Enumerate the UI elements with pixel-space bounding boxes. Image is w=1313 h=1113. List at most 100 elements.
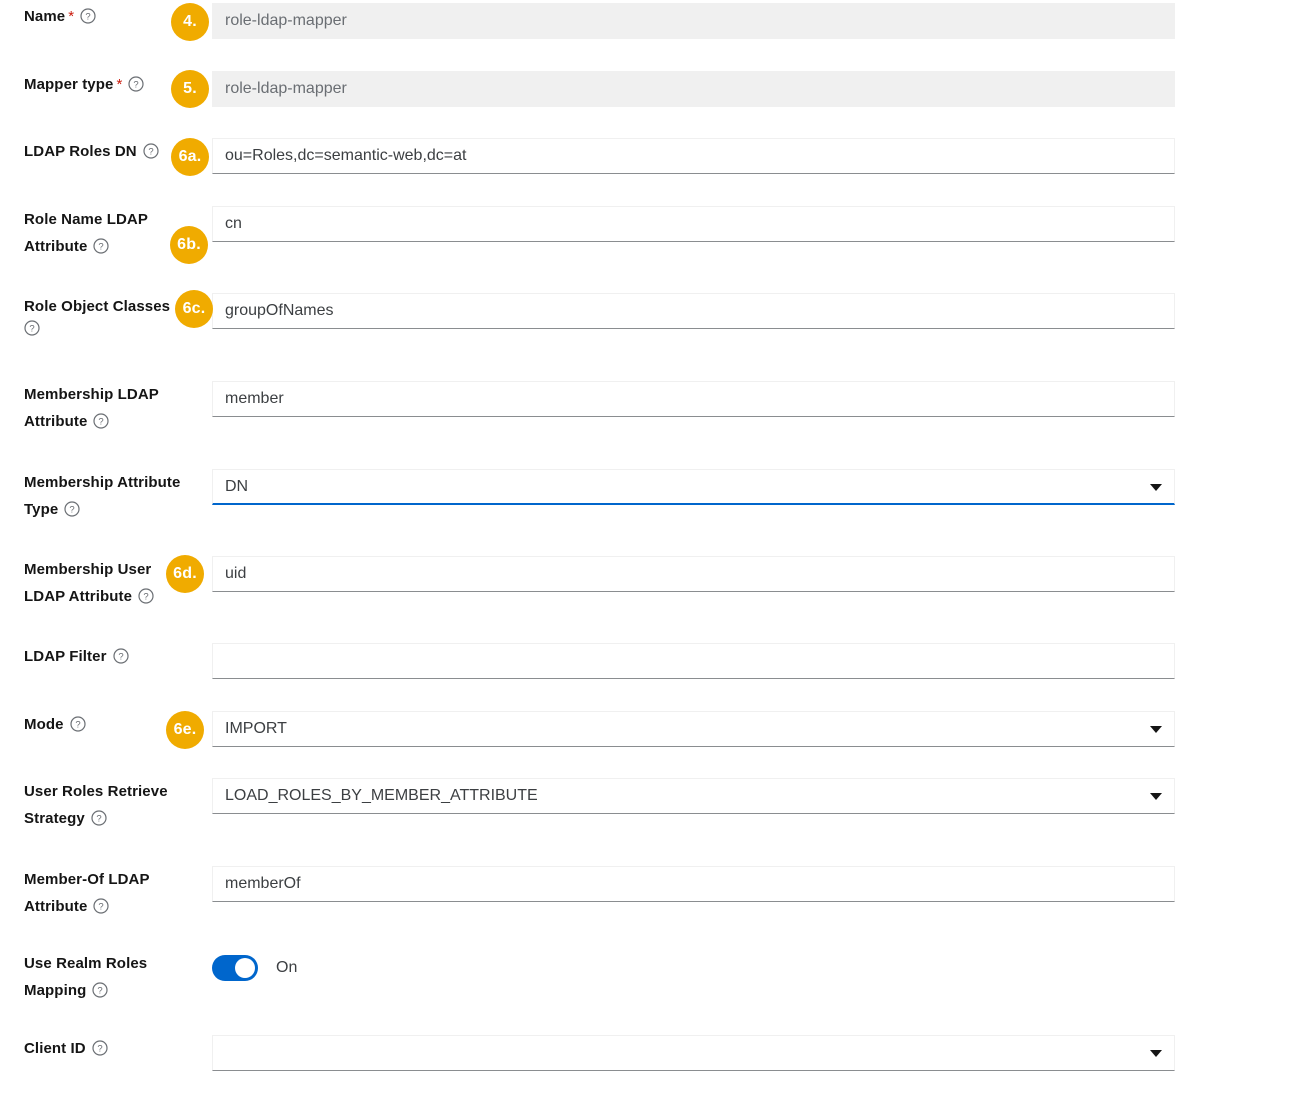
question-circle-icon[interactable]: ? [93,898,109,914]
label-cell-ldap-filter: LDAP Filter? [0,643,212,670]
field-cell-ldap-roles-dn [212,138,1313,174]
ldap-filter-input[interactable] [212,643,1175,679]
field-label-membership-user-ldap-attribute-line1: Membership User [24,561,151,578]
question-circle-icon[interactable]: ? [64,501,80,517]
field-label-use-realm-roles-mapping-line1: Use Realm Roles [24,955,147,972]
mapper-type-input[interactable] [212,71,1175,107]
svg-text:?: ? [96,814,101,825]
question-circle-icon[interactable]: ? [138,588,154,604]
field-cell-mode: IMPORT [212,711,1313,747]
form-row-user-roles-retrieve-strategy: User Roles Retrieve Strategy? LOAD_ROLES… [0,778,1313,832]
field-cell-mapper-type [212,71,1313,107]
svg-text:?: ? [29,324,34,335]
chevron-down-icon [1150,793,1162,800]
svg-text:?: ? [97,1044,102,1055]
field-cell-use-realm-roles-mapping: On [212,950,1313,986]
ldap-roles-dn-input[interactable] [212,138,1175,174]
field-label-ldap-roles-dn: LDAP Roles DN [24,143,137,160]
membership-attribute-type-value: DN [225,470,1140,504]
svg-text:?: ? [85,12,90,23]
field-label-client-id: Client ID [24,1040,86,1057]
field-label-membership-user-ldap-attribute-line2: LDAP Attribute [24,588,132,605]
chevron-down-icon [1150,1050,1162,1057]
svg-text:?: ? [70,505,75,516]
chevron-down-icon [1150,484,1162,491]
svg-text:?: ? [75,720,80,731]
field-label-user-roles-retrieve-strategy-line2: Strategy [24,810,85,827]
required-marker: * [68,8,74,25]
use-realm-roles-mapping-state-label: On [276,955,297,981]
question-circle-icon[interactable]: ? [128,76,144,92]
field-label-mode: Mode [24,716,64,733]
field-label-membership-attribute-type-line1: Membership Attribute [24,474,180,491]
label-cell-member-of-ldap-attribute: Member-Of LDAP Attribute? [0,866,212,920]
field-cell-name [212,3,1313,39]
field-cell-role-name-ldap-attribute [212,206,1313,242]
step-badge-6b: 6b. [170,226,208,264]
role-object-classes-input[interactable] [212,293,1175,329]
question-circle-icon[interactable]: ? [92,982,108,998]
field-cell-client-id [212,1035,1313,1071]
field-label-role-object-classes: Role Object Classes [24,298,170,315]
question-circle-icon[interactable]: ? [143,143,159,159]
question-circle-icon[interactable]: ? [93,413,109,429]
membership-ldap-attribute-input[interactable] [212,381,1175,417]
client-id-select[interactable] [212,1035,1175,1071]
label-cell-user-roles-retrieve-strategy: User Roles Retrieve Strategy? [0,778,212,832]
question-circle-icon[interactable]: ? [70,716,86,732]
form-row-client-id: Client ID? [0,1035,1313,1071]
user-roles-retrieve-strategy-value: LOAD_ROLES_BY_MEMBER_ATTRIBUTE [225,779,1140,813]
role-name-ldap-attribute-input[interactable] [212,206,1175,242]
field-label-ldap-filter: LDAP Filter [24,648,107,665]
svg-text:?: ? [134,80,139,91]
question-circle-icon[interactable]: ? [93,238,109,254]
step-badge-6e: 6e. [166,711,204,749]
svg-text:?: ? [98,986,103,997]
field-label-user-roles-retrieve-strategy-line1: User Roles Retrieve [24,783,168,800]
question-circle-icon[interactable]: ? [113,648,129,664]
svg-text:?: ? [118,652,123,663]
field-label-name: Name [24,8,65,25]
step-badge-6a: 6a. [171,138,209,176]
field-cell-membership-user-ldap-attribute [212,556,1313,592]
question-circle-icon[interactable]: ? [92,1040,108,1056]
field-label-mapper-type: Mapper type [24,76,113,93]
user-roles-retrieve-strategy-select[interactable]: LOAD_ROLES_BY_MEMBER_ATTRIBUTE [212,778,1175,814]
field-cell-membership-attribute-type: DN [212,469,1313,505]
use-realm-roles-mapping-toggle-wrap: On [212,950,1175,986]
field-cell-member-of-ldap-attribute [212,866,1313,902]
field-label-use-realm-roles-mapping-line2: Mapping [24,982,86,999]
form-row-member-of-ldap-attribute: Member-Of LDAP Attribute? [0,866,1313,920]
field-label-role-name-ldap-attribute-line2: Attribute [24,238,87,255]
question-circle-icon[interactable]: ? [80,8,96,24]
svg-text:?: ? [143,592,148,603]
svg-text:?: ? [148,147,153,158]
form-row-ldap-filter: LDAP Filter? [0,643,1313,679]
mode-select[interactable]: IMPORT [212,711,1175,747]
step-badge-6c: 6c. [175,290,213,328]
field-label-membership-attribute-type-line2: Type [24,501,58,518]
field-label-role-name-ldap-attribute-line1: Role Name LDAP [24,211,148,228]
svg-text:?: ? [99,417,104,428]
field-cell-membership-ldap-attribute [212,381,1313,417]
svg-text:?: ? [99,902,104,913]
member-of-ldap-attribute-input[interactable] [212,866,1175,902]
form-row-use-realm-roles-mapping: Use Realm Roles Mapping? On [0,950,1313,1004]
field-cell-role-object-classes [212,293,1313,329]
membership-attribute-type-select[interactable]: DN [212,469,1175,505]
required-marker: * [116,76,122,93]
question-circle-icon[interactable]: ? [91,810,107,826]
label-cell-membership-ldap-attribute: Membership LDAP Attribute? [0,381,212,435]
step-badge-5: 5. [171,70,209,108]
step-badge-6d: 6d. [166,555,204,593]
question-circle-icon[interactable]: ? [24,320,40,336]
form-row-membership-attribute-type: Membership Attribute Type? DN [0,469,1313,523]
field-label-membership-ldap-attribute-line1: Membership LDAP [24,386,159,403]
membership-user-ldap-attribute-input[interactable] [212,556,1175,592]
step-badge-4: 4. [171,3,209,41]
form-row-membership-ldap-attribute: Membership LDAP Attribute? [0,381,1313,435]
name-input[interactable] [212,3,1175,39]
toggle-knob [235,958,255,978]
use-realm-roles-mapping-toggle[interactable] [212,955,258,981]
field-label-membership-ldap-attribute-line2: Attribute [24,413,87,430]
